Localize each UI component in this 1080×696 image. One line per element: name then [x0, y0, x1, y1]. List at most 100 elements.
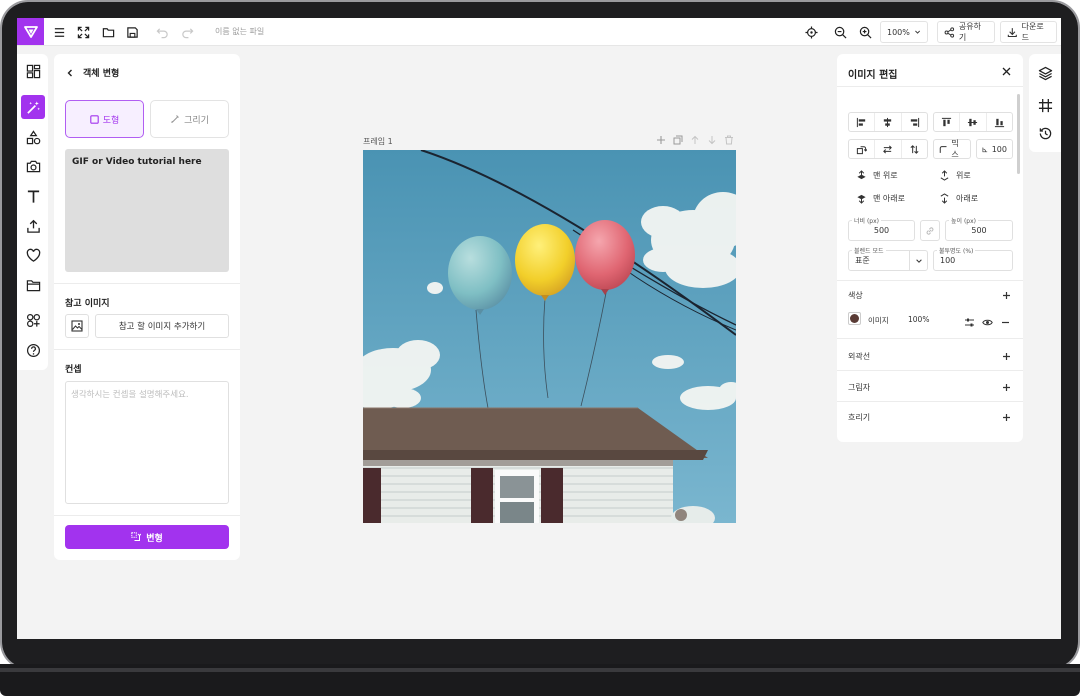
- share-button[interactable]: 공유하기: [937, 21, 995, 43]
- templates-icon[interactable]: [21, 59, 45, 83]
- folder-icon[interactable]: [99, 23, 117, 41]
- heart-icon[interactable]: [21, 243, 45, 267]
- layer-thumbnail[interactable]: [848, 312, 861, 325]
- zoom-out-icon[interactable]: [831, 23, 849, 41]
- width-label: 너비 (px): [852, 216, 881, 225]
- help-icon[interactable]: [21, 338, 45, 362]
- image-edit-panel: 이미지 편집 믹스 100 맨 위로 위로 맨 아래로 아래로 500 너비 (…: [837, 54, 1023, 442]
- align-center-h-icon[interactable]: [875, 113, 902, 131]
- send-to-back-button[interactable]: 맨 아래로: [856, 193, 905, 204]
- remove-color-icon[interactable]: [1000, 313, 1011, 324]
- align-right-icon[interactable]: [902, 113, 927, 131]
- frame-label[interactable]: 프레임 1: [363, 136, 393, 147]
- section-divider: [54, 349, 240, 350]
- add-stroke-icon[interactable]: [1001, 351, 1011, 361]
- app-logo-icon[interactable]: [17, 18, 44, 45]
- panel-title: 객체 변형: [83, 69, 120, 79]
- layer-opacity: 100%: [908, 315, 930, 324]
- upload-icon[interactable]: [21, 214, 45, 238]
- history-icon[interactable]: [1036, 124, 1054, 142]
- fullscreen-icon[interactable]: [74, 23, 92, 41]
- share-icon: [944, 26, 955, 38]
- folder-icon[interactable]: [21, 273, 45, 297]
- zoom-value: 100%: [887, 27, 910, 37]
- brush-icon: [171, 115, 179, 123]
- mode-draw-button[interactable]: 그리기: [150, 100, 229, 138]
- flip-vertical-icon[interactable]: [902, 140, 927, 158]
- mix-label: 믹스: [951, 139, 959, 159]
- image-icon: [71, 320, 83, 332]
- transform-button[interactable]: 변형: [65, 525, 229, 549]
- download-button[interactable]: 다운로드: [1000, 21, 1057, 43]
- add-blur-icon[interactable]: [1001, 412, 1011, 422]
- reference-section-label: 참고 이미지: [65, 299, 110, 309]
- stroke-section-label[interactable]: 외곽선: [848, 351, 870, 362]
- align-middle-icon[interactable]: [960, 113, 987, 131]
- move-up-icon[interactable]: [689, 134, 700, 145]
- share-label: 공유하기: [958, 22, 981, 42]
- add-frame-icon[interactable]: [655, 134, 666, 145]
- undo-icon[interactable]: [153, 23, 171, 41]
- reference-image-thumb[interactable]: [65, 314, 89, 338]
- add-color-icon[interactable]: [1001, 290, 1011, 300]
- align-vertical-group: [933, 112, 1013, 132]
- align-top-icon[interactable]: [934, 113, 961, 131]
- bring-forward-button[interactable]: 위로: [939, 170, 971, 181]
- elements-icon[interactable]: [21, 308, 45, 332]
- artboard-image[interactable]: [363, 150, 736, 523]
- mix-button[interactable]: 믹스: [933, 139, 971, 159]
- panel-scrollbar[interactable]: [1017, 94, 1020, 174]
- color-section-label: 색상: [848, 291, 863, 300]
- magic-wand-icon[interactable]: [21, 95, 45, 119]
- chevron-down-icon: [914, 30, 920, 34]
- back-arrow-icon[interactable]: [66, 69, 74, 77]
- color-swatch: [850, 314, 859, 323]
- adjust-sliders-icon[interactable]: [964, 313, 975, 327]
- transform-icon: [131, 532, 142, 541]
- align-left-icon[interactable]: [849, 113, 876, 131]
- corner-radius-field[interactable]: 100: [976, 139, 1013, 159]
- zoom-in-icon[interactable]: [856, 23, 874, 41]
- bring-to-front-button[interactable]: 맨 위로: [856, 170, 898, 181]
- save-icon[interactable]: [123, 23, 141, 41]
- zoom-select[interactable]: 100%: [880, 21, 928, 43]
- rotate-icon[interactable]: [849, 140, 876, 158]
- layers-icon[interactable]: [1036, 64, 1054, 82]
- redo-icon[interactable]: [178, 23, 196, 41]
- camera-icon[interactable]: [21, 154, 45, 178]
- download-label: 다운로드: [1021, 22, 1044, 42]
- add-reference-button[interactable]: 참고 할 이미지 추가하기: [95, 314, 229, 338]
- corner-icon: [939, 145, 947, 153]
- target-icon[interactable]: [802, 23, 820, 41]
- add-shadow-icon[interactable]: [1001, 382, 1011, 392]
- concept-placeholder: 생각하시는 컨셉을 설명해주세요.: [71, 390, 189, 400]
- eye-icon[interactable]: [982, 313, 993, 326]
- section-divider: [54, 515, 240, 516]
- concept-section-label: 컨셉: [65, 365, 82, 375]
- delete-frame-icon[interactable]: [723, 134, 734, 145]
- move-down-icon[interactable]: [706, 134, 717, 145]
- layer-name: 이미지: [868, 316, 889, 325]
- tutorial-text: GIF or Video tutorial here: [72, 157, 202, 167]
- opacity-value: 100: [940, 256, 956, 265]
- chevron-down-icon: [909, 251, 927, 270]
- text-icon[interactable]: [21, 184, 45, 208]
- bring-forward-icon: [940, 170, 949, 181]
- send-backward-button[interactable]: 아래로: [939, 193, 978, 204]
- file-name[interactable]: 이름 없는 파일: [215, 26, 264, 37]
- send-backward-label: 아래로: [956, 194, 979, 203]
- shadow-section-label[interactable]: 그림자: [848, 382, 870, 393]
- align-bottom-icon[interactable]: [987, 113, 1012, 131]
- shapes-icon[interactable]: [21, 125, 45, 149]
- aspect-lock-button[interactable]: [920, 220, 940, 241]
- radius-icon: [982, 146, 988, 152]
- blur-section-label[interactable]: 흐리기: [848, 412, 870, 423]
- mode-shape-button[interactable]: 도형: [65, 100, 144, 138]
- concept-textarea[interactable]: 생각하시는 컨셉을 설명해주세요.: [65, 381, 229, 504]
- frame-grid-icon[interactable]: [1036, 96, 1054, 114]
- bring-front-label: 맨 위로: [873, 171, 898, 180]
- duplicate-frame-icon[interactable]: [672, 134, 683, 145]
- close-icon[interactable]: [1000, 65, 1012, 77]
- menu-icon[interactable]: [50, 23, 68, 41]
- flip-horizontal-icon[interactable]: [875, 140, 902, 158]
